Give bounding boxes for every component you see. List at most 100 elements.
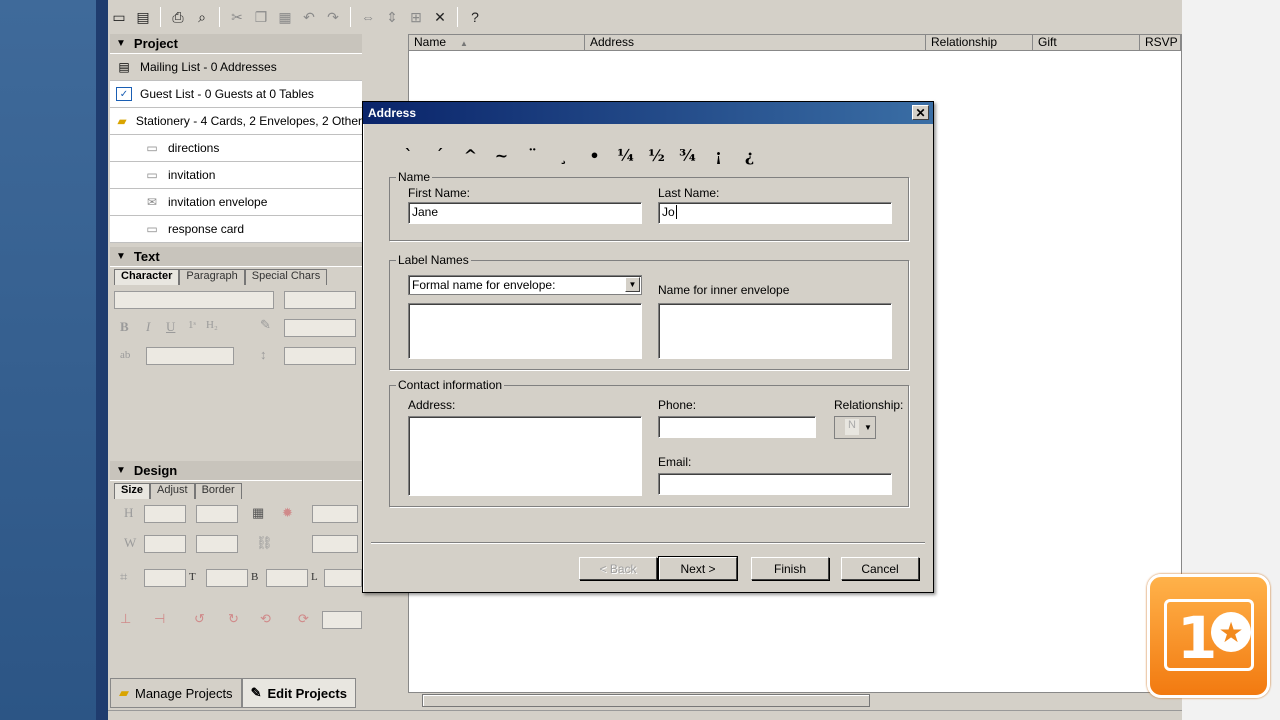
tab-paragraph[interactable]: Paragraph <box>179 269 245 285</box>
address-textarea[interactable] <box>408 416 642 496</box>
tab-adjust[interactable]: Adjust <box>150 483 195 499</box>
letter-spacing-spinner[interactable] <box>146 347 234 365</box>
project-item-stationery[interactable]: ▰ Stationery - 4 Cards, 2 Envelopes, 2 O… <box>110 108 362 135</box>
next-button[interactable]: Next > <box>658 556 738 581</box>
tab-size[interactable]: Size <box>114 483 151 499</box>
formal-name-textarea[interactable] <box>408 303 642 359</box>
crop-left-field[interactable] <box>266 569 308 587</box>
char-inverted-exclamation-button[interactable]: ¡ <box>703 144 734 166</box>
tab-edit-projects[interactable]: ✎ Edit Projects <box>241 678 356 708</box>
width-spinner[interactable] <box>196 535 238 553</box>
char-acute-button[interactable]: ´ <box>424 144 455 166</box>
paste-icon[interactable]: ▦ <box>274 6 296 28</box>
project-section-header[interactable]: ▼ Project <box>110 34 362 54</box>
char-tilde-button[interactable]: ~ <box>486 144 517 166</box>
superscript-icon[interactable]: 1ˢ <box>188 319 196 331</box>
collapse-triangle-icon[interactable]: ▼ <box>116 38 126 49</box>
rotate-left-icon[interactable]: ⟲ <box>260 611 271 627</box>
column-header-gift[interactable]: Gift <box>1033 35 1140 50</box>
delete-icon[interactable]: ✕ <box>429 6 451 28</box>
stationery-item-invitation[interactable]: ▭ invitation <box>110 162 362 189</box>
undo-icon[interactable]: ↶ <box>298 6 320 28</box>
char-circumflex-button[interactable]: ^ <box>455 144 486 166</box>
underline-icon[interactable]: U <box>166 319 175 335</box>
skew-field[interactable] <box>312 535 358 553</box>
help-icon[interactable]: ? <box>464 6 486 28</box>
phone-field[interactable] <box>658 416 816 438</box>
bold-icon[interactable]: B <box>120 319 129 335</box>
flip-vertical-icon[interactable]: ↻ <box>228 611 239 627</box>
stationery-item-directions[interactable]: ▭ directions <box>110 135 362 162</box>
email-field[interactable] <box>658 473 892 495</box>
link-icon[interactable]: ⛓ <box>256 535 273 551</box>
crop-bottom-field[interactable] <box>206 569 248 587</box>
column-header-relationship[interactable]: Relationship <box>926 35 1033 50</box>
project-item-mailing-list[interactable]: ▤ Mailing List - 0 Addresses <box>110 54 362 81</box>
chevron-down-icon[interactable]: ▼ <box>625 277 640 292</box>
align-center-icon[interactable]: ⊣ <box>154 611 165 627</box>
close-icon[interactable]: ✕ <box>912 105 929 120</box>
finish-button[interactable]: Finish <box>751 557 829 580</box>
folder-open-icon[interactable]: ▤ <box>132 6 154 28</box>
char-bullet-button[interactable]: • <box>579 144 610 166</box>
merge-icon[interactable]: ⊞ <box>405 6 427 28</box>
height-spinner[interactable] <box>196 505 238 523</box>
char-grave-button[interactable]: ` <box>393 144 424 166</box>
column-header-address[interactable]: Address <box>585 35 926 50</box>
width-field[interactable] <box>144 535 186 553</box>
stationery-item-invitation-envelope[interactable]: ✉ invitation envelope <box>110 189 362 216</box>
cancel-button[interactable]: Cancel <box>841 557 919 580</box>
align-left-icon[interactable]: ⊥ <box>120 611 131 627</box>
print-preview-icon[interactable]: ⌕ <box>191 6 213 28</box>
char-inverted-question-button[interactable]: ¿ <box>734 144 765 166</box>
char-cedilla-button[interactable]: ¸ <box>548 144 579 166</box>
design-section-header[interactable]: ▼ Design <box>110 461 362 481</box>
project-item-guest-list[interactable]: ✓ Guest List - 0 Guests at 0 Tables <box>110 81 362 108</box>
relationship-select[interactable]: N ▼ <box>834 416 876 439</box>
char-umlaut-button[interactable]: ¨ <box>517 144 548 166</box>
tab-character[interactable]: Character <box>114 269 180 285</box>
rotate-icon[interactable]: ✹ <box>282 505 293 521</box>
label-type-select[interactable]: Formal name for envelope: ▼ <box>408 275 642 295</box>
last-name-field[interactable]: Jo <box>658 202 892 224</box>
subscript-icon[interactable]: H₂ <box>206 319 218 331</box>
tab-special-chars[interactable]: Special Chars <box>244 269 328 285</box>
chevron-down-icon[interactable]: ▼ <box>862 418 874 437</box>
lock-aspect-icon[interactable]: ▦ <box>252 505 264 521</box>
dialog-titlebar[interactable]: Address ✕ <box>363 102 933 124</box>
line-spacing-spinner[interactable] <box>284 347 356 365</box>
char-three-quarters-button[interactable]: ¾ <box>672 144 703 166</box>
align-horizontal-icon[interactable]: ⇔ <box>357 6 379 28</box>
line-spacing-icon[interactable]: ↕ <box>260 347 267 363</box>
char-one-half-button[interactable]: ½ <box>641 144 672 166</box>
color-picker-icon[interactable]: ✎ <box>260 317 271 333</box>
text-section-header[interactable]: ▼ Text <box>110 247 362 267</box>
copy-icon[interactable]: ❐ <box>250 6 272 28</box>
back-button[interactable]: < Back <box>579 557 657 580</box>
column-header-name[interactable]: Name ▲ <box>409 35 585 50</box>
collapse-triangle-icon[interactable]: ▼ <box>116 251 126 262</box>
horizontal-scrollbar[interactable] <box>408 692 1182 708</box>
char-one-quarter-button[interactable]: ¼ <box>610 144 641 166</box>
align-vertical-icon[interactable]: ⇕ <box>381 6 403 28</box>
tab-border[interactable]: Border <box>194 483 242 499</box>
letter-spacing-icon[interactable]: ab <box>120 349 130 361</box>
italic-icon[interactable]: I <box>146 319 150 335</box>
stationery-item-response-card[interactable]: ▭ response card <box>110 216 362 243</box>
redo-icon[interactable]: ↷ <box>322 6 344 28</box>
height-field[interactable] <box>144 505 186 523</box>
collapse-triangle-icon[interactable]: ▼ <box>116 465 126 476</box>
flip-horizontal-icon[interactable]: ↺ <box>194 611 205 627</box>
rotate-field[interactable] <box>312 505 358 523</box>
color-field[interactable] <box>284 319 356 337</box>
scrollbar-thumb[interactable] <box>422 694 870 707</box>
font-size-spinner[interactable] <box>284 291 356 309</box>
column-header-rsvp[interactable]: RSVP <box>1140 35 1181 50</box>
cut-icon[interactable]: ✂ <box>226 6 248 28</box>
print-icon[interactable]: ⎙ <box>167 6 189 28</box>
font-select[interactable] <box>114 291 274 309</box>
open-icon[interactable]: ▭ <box>108 6 130 28</box>
crop-right-field[interactable] <box>324 569 362 587</box>
tab-manage-projects[interactable]: ▰ Manage Projects <box>110 678 242 708</box>
inner-envelope-textarea[interactable] <box>658 303 892 359</box>
